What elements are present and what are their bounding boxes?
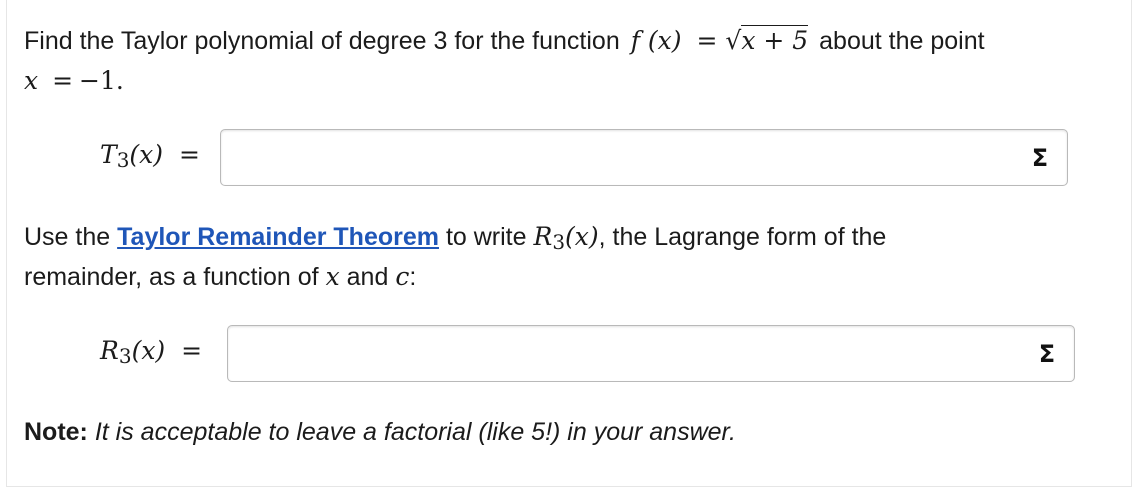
taylor-remainder-theorem-link[interactable]: Taylor Remainder Theorem (117, 223, 439, 251)
r3-answer-box[interactable]: Σ (227, 325, 1075, 382)
t3-letter: T (100, 140, 117, 169)
equals-sign: = (696, 26, 718, 55)
sqrt-icon: √ (725, 26, 742, 55)
r3-equals: = (181, 336, 203, 365)
and-text: and (346, 263, 389, 291)
point-equals: = (52, 66, 74, 95)
sigma-icon[interactable]: Σ (1013, 130, 1067, 185)
note-text: It is acceptable to leave a factorial (l… (94, 418, 736, 446)
to-write-text: to write (445, 223, 527, 251)
r3-inline-arg: (x) (565, 222, 599, 251)
r3-arg: (x) (131, 336, 166, 365)
t3-label: T3(x) = (100, 140, 200, 172)
r3-inline-subscript: 3 (552, 230, 566, 254)
t3-arg: (x) (129, 140, 164, 169)
question-line-2: x = −1. (24, 66, 124, 95)
t3-subscript: 3 (116, 148, 130, 172)
r3-label: R3(x) = (100, 336, 203, 368)
lagrange-text: , the Lagrange form of the (598, 223, 887, 251)
note-label: Note: (24, 418, 88, 446)
colon-text: : (409, 263, 417, 291)
remainder-prompt-line-1: Use the Taylor Remainder Theorem to writ… (24, 222, 887, 254)
r3-subscript: 3 (118, 344, 132, 368)
point-period: . (115, 66, 124, 95)
point-value: −1 (79, 66, 116, 95)
note: Note: It is acceptable to leave a factor… (24, 418, 736, 447)
r3-input[interactable] (236, 332, 1016, 374)
remainder-prompt-line-2: remainder, as a function of x and c: (24, 262, 416, 292)
r3-letter: R (100, 336, 119, 365)
t3-equals: = (178, 140, 200, 169)
t3-answer-box[interactable]: Σ (220, 129, 1068, 186)
sigma-icon[interactable]: Σ (1020, 326, 1074, 381)
radicand: x + 5 (741, 25, 809, 55)
question-line-1: Find the Taylor polynomial of degree 3 f… (24, 25, 985, 56)
about-the-point: about the point (819, 27, 985, 55)
var-x: x (325, 262, 340, 291)
use-the-text: Use the (24, 223, 111, 251)
t3-input[interactable] (229, 136, 1009, 178)
remainder-line2-text: remainder, as a function of (24, 263, 319, 291)
question-intro: Find the Taylor polynomial of degree 3 f… (24, 27, 620, 55)
r3-inline-letter: R (533, 222, 553, 251)
function-lhs: f (x) (630, 26, 682, 55)
point-variable: x (24, 66, 39, 95)
var-c: c (395, 262, 410, 291)
